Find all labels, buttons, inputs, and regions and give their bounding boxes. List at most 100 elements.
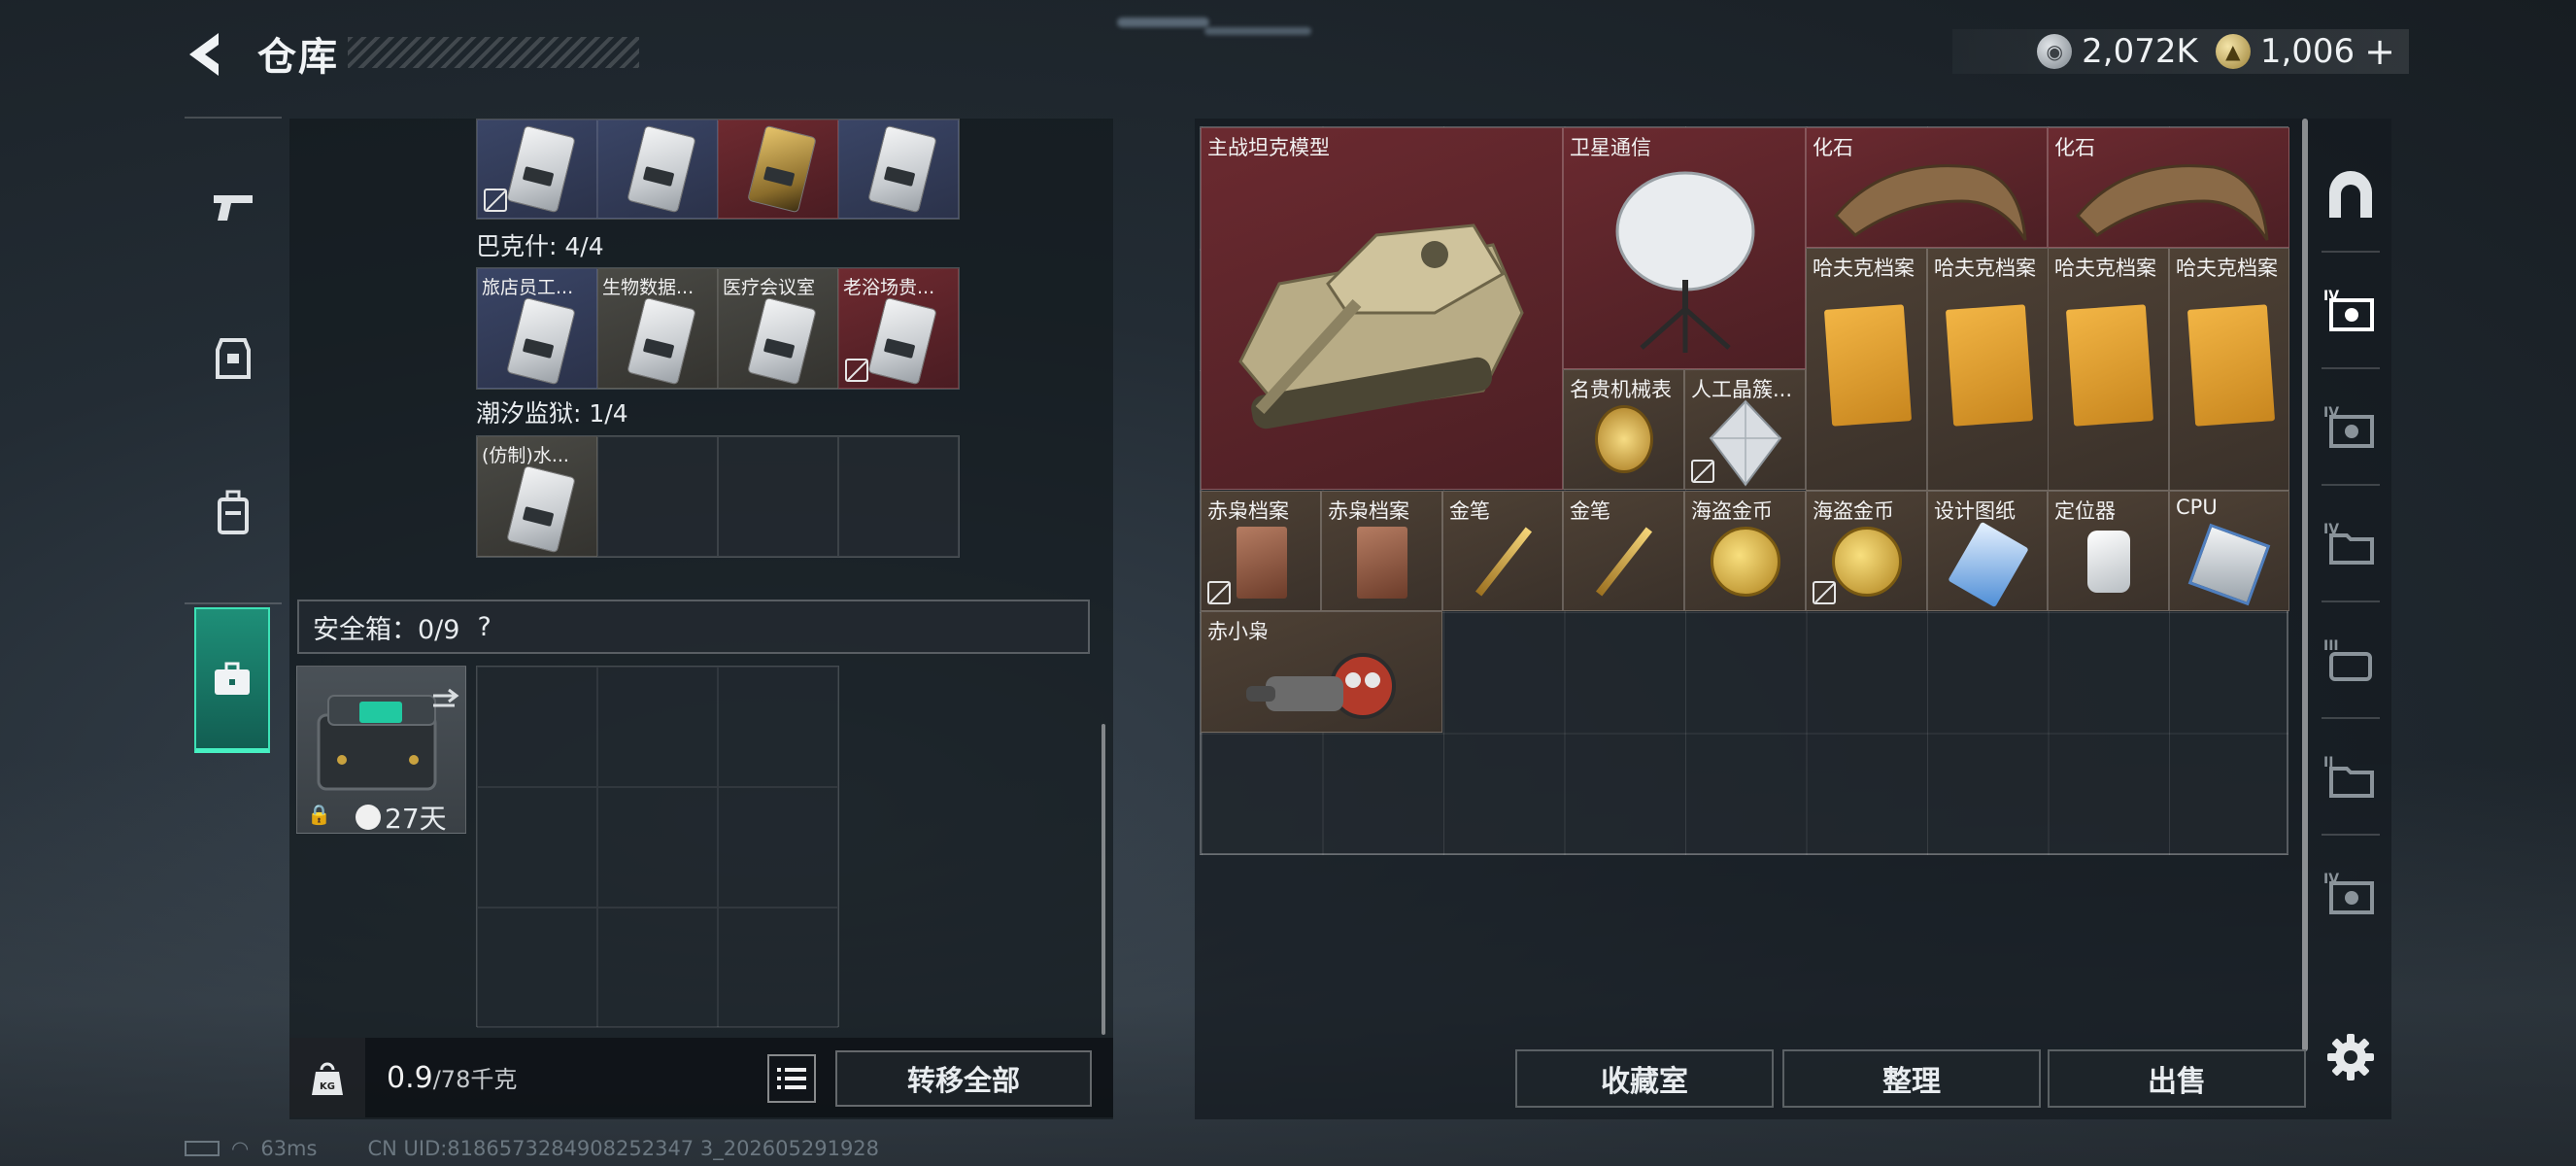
stash-item[interactable]: 主战坦克模型 bbox=[1201, 127, 1563, 490]
keycard-icon bbox=[627, 124, 696, 214]
lock-icon: 🔒 bbox=[307, 803, 331, 826]
category-safe-box[interactable] bbox=[194, 607, 270, 753]
transfer-all-button[interactable]: 转移全部 bbox=[835, 1050, 1092, 1107]
category-backpack[interactable] bbox=[185, 442, 282, 583]
no-trade-icon bbox=[1691, 460, 1714, 483]
keycard-icon bbox=[867, 124, 937, 214]
stash-item[interactable]: 赤小枭 bbox=[1201, 611, 1442, 733]
empty-slot[interactable] bbox=[838, 436, 959, 557]
item-slot[interactable]: 旅店员工... bbox=[477, 268, 597, 389]
stash-item[interactable]: 赤枭档案 bbox=[1201, 491, 1321, 611]
stash-scrollbar[interactable] bbox=[2302, 119, 2308, 1051]
document-icon bbox=[1357, 527, 1407, 599]
item-slot[interactable] bbox=[838, 120, 959, 219]
back-button[interactable] bbox=[180, 27, 228, 82]
stash-tab-iv-c[interactable]: IV bbox=[2312, 486, 2390, 602]
stash-item[interactable]: 海盗金币 bbox=[1684, 491, 1806, 611]
stash-item[interactable]: 名贵机械表 bbox=[1563, 369, 1684, 490]
currency-gold[interactable]: ▲ 1,006 + bbox=[2215, 30, 2395, 73]
stash-tab-iv-b[interactable]: IV bbox=[2312, 369, 2390, 486]
safe-box-label: 安全箱：0/9 bbox=[313, 614, 460, 645]
stash-item[interactable]: 化石 bbox=[1806, 127, 2048, 248]
keycard-icon bbox=[867, 296, 937, 386]
pen-icon bbox=[1474, 527, 1533, 597]
empty-slot[interactable] bbox=[477, 787, 597, 908]
stash-tab-all[interactable] bbox=[2312, 136, 2390, 253]
page-title: 仓库 bbox=[257, 35, 339, 80]
silver-value: 2,072K bbox=[2082, 32, 2198, 71]
empty-slot[interactable] bbox=[477, 667, 597, 787]
item-slot[interactable]: 老浴场贵... bbox=[838, 268, 959, 389]
tracker-icon bbox=[2087, 531, 2130, 593]
stash-tab-iv-d[interactable]: IV bbox=[2312, 836, 2390, 952]
stash-item[interactable]: 设计图纸 bbox=[1927, 491, 2048, 611]
category-equipment[interactable] bbox=[185, 287, 282, 428]
item-slot[interactable] bbox=[477, 120, 597, 219]
stash-item[interactable]: 哈夫克档案 bbox=[2048, 248, 2169, 491]
item-slot[interactable]: (仿制)水... bbox=[477, 436, 597, 557]
list-view-button[interactable] bbox=[767, 1054, 816, 1103]
safe-box-item[interactable]: 🔒 27天 bbox=[296, 666, 466, 835]
stash-item[interactable]: 金笔 bbox=[1442, 491, 1563, 611]
stash-item[interactable]: 赤枭档案 bbox=[1321, 491, 1442, 611]
settings-button[interactable] bbox=[2323, 1030, 2378, 1084]
currency-silver[interactable]: ◉ 2,072K bbox=[2037, 32, 2198, 71]
status-bar: ◠ 63ms CN UID:8186573284908252347 3_2026… bbox=[185, 1137, 879, 1160]
stash-tab-iii[interactable]: III bbox=[2312, 602, 2390, 719]
organize-button[interactable]: 整理 bbox=[1782, 1049, 2041, 1108]
svg-text:III: III bbox=[2323, 638, 2339, 654]
empty-slot[interactable] bbox=[718, 436, 838, 557]
uid-text: CN UID:8186573284908252347 3_20260529192… bbox=[367, 1137, 880, 1160]
item-slot[interactable]: 医疗会议室 bbox=[718, 268, 838, 389]
no-trade-icon bbox=[484, 189, 507, 212]
safe-box-grid bbox=[476, 666, 839, 1028]
stash-item[interactable]: 人工晶簇... bbox=[1684, 369, 1806, 490]
stash-tab-iv-a[interactable]: IV bbox=[2312, 253, 2390, 369]
stash-item[interactable]: CPU bbox=[2169, 491, 2289, 611]
item-slot[interactable] bbox=[597, 120, 718, 219]
keycard-icon bbox=[506, 464, 576, 554]
keycard-icon bbox=[747, 124, 817, 214]
stash-item[interactable]: 海盗金币 bbox=[1806, 491, 1927, 611]
left-scrollbar[interactable] bbox=[1102, 724, 1105, 1035]
help-icon[interactable]: ? bbox=[477, 612, 491, 642]
folder-icon bbox=[1945, 304, 2034, 427]
stash-item[interactable]: 化石 bbox=[2048, 127, 2289, 248]
stash-item[interactable]: 哈夫克档案 bbox=[1927, 248, 2049, 491]
sell-button[interactable]: 出售 bbox=[2048, 1049, 2306, 1108]
keycard-icon bbox=[506, 296, 576, 386]
keycard-icon bbox=[747, 296, 817, 386]
stash-item[interactable]: 金笔 bbox=[1563, 491, 1684, 611]
document-icon bbox=[1237, 527, 1287, 599]
stash-box-icon: IV bbox=[2323, 872, 2374, 914]
battery-icon bbox=[185, 1141, 220, 1156]
backpack-footer: KG 0.9/78千克 转移全部 bbox=[289, 1038, 1113, 1117]
item-slot[interactable] bbox=[718, 120, 838, 219]
add-currency-button[interactable]: + bbox=[2364, 30, 2395, 73]
item-slot[interactable]: 生物数据... bbox=[597, 268, 718, 389]
empty-slot[interactable] bbox=[597, 436, 718, 557]
empty-slot[interactable] bbox=[718, 908, 838, 1028]
empty-slot[interactable] bbox=[718, 787, 838, 908]
empty-slot[interactable] bbox=[597, 667, 718, 787]
collection-room-button[interactable]: 收藏室 bbox=[1515, 1049, 1774, 1108]
expiry-days: 27天 bbox=[385, 803, 447, 835]
no-trade-icon bbox=[1813, 581, 1836, 604]
empty-slot[interactable] bbox=[477, 908, 597, 1028]
stash-box-icon: IV bbox=[2323, 405, 2374, 448]
stash-tab-ii[interactable]: II bbox=[2312, 719, 2390, 836]
tank-model-icon bbox=[1238, 223, 1524, 429]
crystal-icon bbox=[1709, 399, 1782, 487]
folder-icon: II bbox=[2323, 755, 2374, 798]
empty-slot[interactable] bbox=[718, 667, 838, 787]
stash-item[interactable]: 哈夫克档案 bbox=[2169, 248, 2289, 491]
stash-item[interactable]: 哈夫克档案 bbox=[1806, 248, 1927, 491]
briefcase-icon bbox=[215, 662, 250, 695]
category-weapons[interactable] bbox=[185, 136, 282, 277]
stash-item[interactable]: 定位器 bbox=[2048, 491, 2169, 611]
stash-item[interactable]: 卫星通信 bbox=[1563, 127, 1806, 369]
empty-slot[interactable] bbox=[597, 787, 718, 908]
card-row: 旅店员工... 生物数据... 医疗会议室 老浴场贵... bbox=[476, 267, 960, 390]
empty-slot[interactable] bbox=[597, 908, 718, 1028]
pistol-icon bbox=[214, 194, 253, 221]
